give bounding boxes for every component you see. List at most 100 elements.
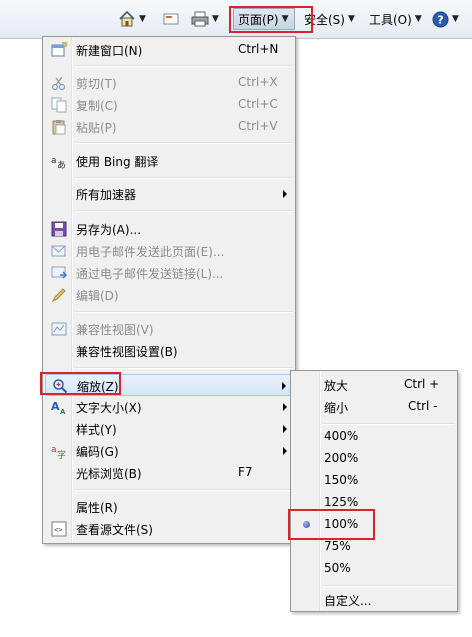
chevron-down-icon[interactable]: ▼ [139,14,146,24]
zoom-75-item[interactable]: 75% [293,536,455,558]
menu-item-label: 另存为(A)... [76,223,142,237]
menu-item-compat-view[interactable]: 兼容性视图(V) [45,318,293,340]
menu-item-label: 兼容性视图设置(B) [76,345,178,359]
menu-item-email-page[interactable]: 用电子邮件发送此页面(E)... [45,240,293,262]
menu-item-label: 100% [324,517,359,531]
menu-item-label: 自定义... [324,594,372,608]
submenu-arrow-icon [283,403,287,411]
submenu-arrow-icon [282,382,286,390]
menu-item-label: 编辑(D) [76,289,119,303]
menu-separator [74,210,293,212]
home-button[interactable]: ▼ [118,8,146,30]
menu-item-label: 使用 Bing 翻译 [76,155,159,169]
radio-selected-icon [303,521,310,528]
print-button[interactable]: ▼ [191,8,219,30]
view-source-icon: <> [51,521,67,537]
menu-item-label: 125% [324,495,359,509]
feeds-button[interactable] [163,8,179,30]
menu-item-bing-translate[interactable]: a あ 使用 Bing 翻译 [45,150,293,172]
menu-item-copy[interactable]: 复制(C) Ctrl+C [45,94,293,116]
menu-item-new-window[interactable]: 新建窗口(N) Ctrl+N [45,39,293,61]
menu-item-label: 样式(Y) [76,423,117,437]
menu-item-compat-view-settings[interactable]: 兼容性视图设置(B) [45,340,293,362]
text-size-icon: A A [51,400,66,415]
print-icon [191,11,209,27]
zoom-custom-item[interactable]: 自定义... [293,589,455,611]
page-menu-label: 页面(P) [238,12,279,27]
menu-item-shortcut: Ctrl+V [238,119,278,133]
zoom-100-item[interactable]: 100% [293,514,455,536]
menu-item-caret-browsing[interactable]: 光标浏览(B) F7 [45,462,293,484]
tools-menu-label: 工具(O) [369,12,412,27]
submenu-arrow-icon [283,190,287,198]
zoom-50-item[interactable]: 50% [293,558,455,580]
menu-item-label: 剪切(T) [76,77,117,91]
chevron-down-icon: ▼ [347,14,355,24]
menu-item-edit[interactable]: 编辑(D) [45,284,293,306]
menu-item-style[interactable]: 样式(Y) [45,418,293,440]
menu-item-label: 75% [324,539,351,553]
menu-item-view-source[interactable]: <> 查看源文件(S) [45,518,293,540]
menu-separator [74,367,293,369]
menu-item-paste[interactable]: 粘贴(P) Ctrl+V [45,116,293,138]
menu-item-encoding[interactable]: a 字 编码(G) [45,440,293,462]
menu-item-label: 放大 [324,379,349,393]
translate-icon: a あ [51,156,66,169]
menu-item-label: 属性(R) [76,501,118,515]
menu-item-all-accelerators[interactable]: 所有加速器 [45,183,293,205]
menu-separator [74,489,293,491]
zoom-in-item[interactable]: 放大 Ctrl + [293,374,455,396]
submenu-arrow-icon [283,447,287,455]
menu-item-label: 兼容性视图(V) [76,323,154,337]
safety-menu[interactable]: 安全(S) ▼ [304,8,355,30]
menu-item-save-as[interactable]: 另存为(A)... [45,218,293,240]
menu-item-label: 用电子邮件发送此页面(E)... [76,245,225,259]
chevron-down-icon: ▼ [452,14,459,24]
menu-item-label: 光标浏览(B) [76,467,142,481]
svg-text:A: A [51,400,60,413]
zoom-icon [53,379,68,394]
email-link-icon [51,266,67,279]
paste-icon [52,120,66,135]
menu-item-properties[interactable]: 属性(R) [45,496,293,518]
copy-icon [51,97,67,113]
svg-text:a: a [51,156,57,166]
zoom-out-item[interactable]: 缩小 Ctrl - [293,396,455,418]
menu-item-label: 150% [324,473,359,487]
menu-separator [74,142,293,144]
svg-text:<>: <> [54,526,62,534]
menu-item-shortcut: F7 [238,465,253,479]
tools-menu[interactable]: 工具(O) ▼ [369,8,422,30]
zoom-150-item[interactable]: 150% [293,470,455,492]
safety-menu-label: 安全(S) [304,12,345,27]
menu-item-label: 200% [324,451,359,465]
chevron-down-icon[interactable]: ▼ [212,14,219,24]
menu-separator [74,311,293,313]
menu-item-shortcut: Ctrl+C [238,97,278,111]
svg-text:a: a [51,445,57,455]
menu-item-shortcut: Ctrl - [408,399,438,413]
chevron-down-icon: ▼ [414,14,422,24]
menu-separator [74,177,293,179]
page-menu[interactable]: 页面(P) ▼ [233,8,295,30]
menu-item-cut[interactable]: 剪切(T) Ctrl+X [45,72,293,94]
chevron-down-icon: ▼ [281,14,289,24]
menu-item-label: 所有加速器 [76,188,137,202]
zoom-125-item[interactable]: 125% [293,492,455,514]
svg-text:?: ? [437,13,443,26]
zoom-submenu: 放大 Ctrl + 缩小 Ctrl - 400% 200% 150% 125% … [290,370,458,612]
zoom-200-item[interactable]: 200% [293,448,455,470]
menu-item-label: 新建窗口(N) [76,44,143,58]
menu-item-text-size[interactable]: A A 文字大小(X) [45,396,293,418]
svg-text:あ: あ [57,160,66,169]
help-button[interactable]: ? ▼ [432,8,459,30]
menu-item-shortcut: Ctrl+X [238,75,278,89]
menu-item-email-link[interactable]: 通过电子邮件发送链接(L)... [45,262,293,284]
feeds-icon [163,13,179,25]
encoding-icon: a 字 [51,445,66,459]
menu-item-shortcut: Ctrl + [404,377,440,391]
svg-text:字: 字 [57,449,66,459]
page-dropdown-menu: 新建窗口(N) Ctrl+N 剪切(T) Ctrl+X 复制(C) Ctrl+C… [42,36,296,544]
zoom-400-item[interactable]: 400% [293,426,455,448]
menu-item-zoom[interactable]: 缩放(Z) [45,374,293,396]
